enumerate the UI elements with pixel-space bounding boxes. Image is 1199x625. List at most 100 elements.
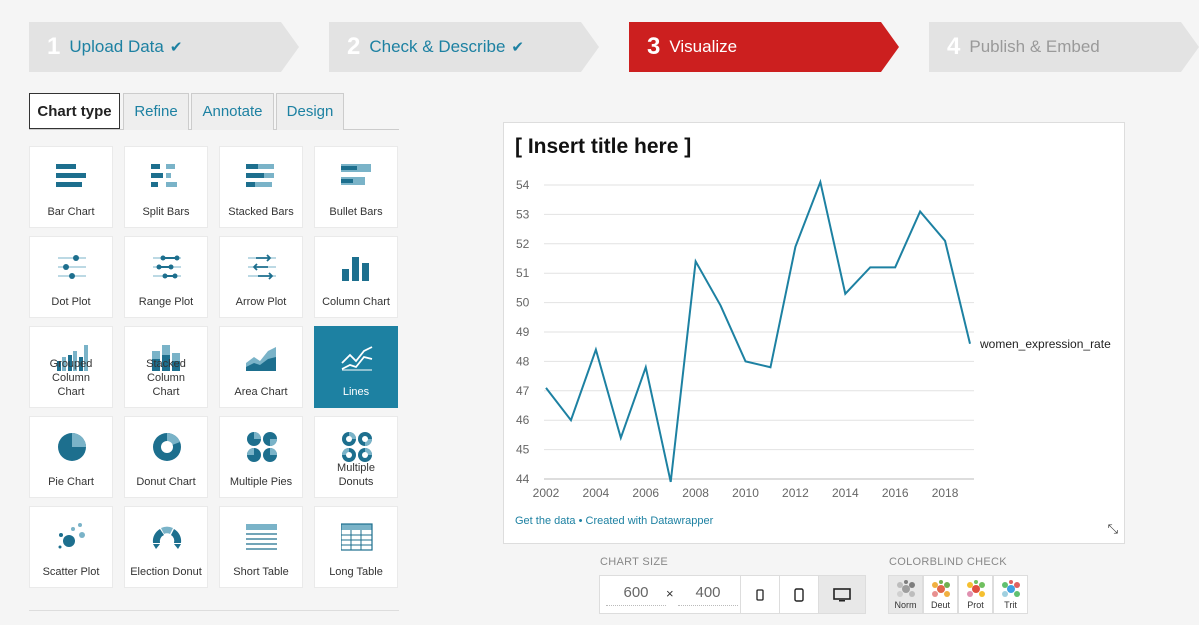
stacked-bars-icon — [220, 159, 304, 195]
chart-type-column-chart[interactable]: Column Chart — [314, 236, 398, 318]
step-label: Check & Describe — [369, 37, 506, 56]
step-number: 1 — [47, 33, 61, 60]
tab-bar: Chart type Refine Annotate Design — [29, 93, 399, 130]
palette-icon — [897, 580, 915, 597]
colorblind-mode-label: Deut — [930, 600, 950, 610]
y-tick-label: 53 — [516, 207, 530, 221]
chart-title[interactable]: [ Insert title here ] — [515, 135, 691, 159]
chart-type-label: Grouped Column Chart — [49, 358, 93, 398]
chart-type-label: Area Chart — [234, 386, 288, 398]
chart-type-dot-plot[interactable]: Dot Plot — [29, 236, 113, 318]
chart-type-stacked-bars[interactable]: Stacked Bars — [219, 146, 303, 228]
colorblind-norm-button[interactable]: Norm — [888, 575, 923, 614]
chart-type-label: Long Table — [329, 566, 383, 578]
chart-type-range-plot[interactable]: Range Plot — [124, 236, 208, 318]
chart-type-lines[interactable]: Lines — [314, 326, 398, 408]
y-tick-label: 49 — [516, 325, 530, 339]
check-icon: ✔ — [169, 39, 183, 56]
y-tick-label: 47 — [516, 384, 530, 398]
x-tick-label: 2012 — [782, 486, 809, 500]
chart-type-label: Dot Plot — [51, 296, 91, 308]
chart-type-label: Lines — [342, 386, 370, 398]
step-1[interactable]: 1 Upload Data ✔ — [29, 22, 299, 72]
chart-type-bullet-bars[interactable]: Bullet Bars — [314, 146, 398, 228]
chart-type-area-chart[interactable]: Area Chart — [219, 326, 303, 408]
palette-icon — [967, 580, 985, 597]
y-tick-label: 54 — [516, 178, 530, 192]
step-2[interactable]: 2 Check & Describe ✔ — [329, 22, 599, 72]
chart-type-stacked-column[interactable]: Stacked Column Chart — [124, 326, 208, 408]
tab-design[interactable]: Design — [276, 93, 344, 130]
chart-type-multiple-pies[interactable]: Multiple Pies — [219, 416, 303, 498]
y-tick-label: 44 — [516, 472, 530, 486]
chart-type-donut-chart[interactable]: Donut Chart — [124, 416, 208, 498]
width-input[interactable]: 600 — [606, 584, 666, 606]
chart-type-label: Donut Chart — [136, 476, 196, 488]
check-icon: ✔ — [511, 39, 524, 56]
column-chart-icon — [315, 249, 399, 285]
divider — [29, 610, 399, 611]
chart-type-label: Scatter Plot — [42, 566, 100, 578]
series-label: women_expression_rate — [979, 337, 1111, 351]
chart-type-short-table[interactable]: Short Table — [219, 506, 303, 588]
resize-icon[interactable]: ⤡ — [1108, 522, 1118, 537]
chart-type-label: Split Bars — [142, 206, 190, 218]
chart-type-label: Bar Chart — [47, 206, 95, 218]
chart-type-long-table[interactable]: Long Table — [314, 506, 398, 588]
colorblind-trit-button[interactable]: Trit — [993, 575, 1028, 614]
split-bars-icon — [125, 159, 209, 195]
chart-footer[interactable]: Get the data • Created with Datawrapper — [515, 515, 713, 527]
colorblind-mode-label: Trit — [1004, 600, 1017, 610]
tab-chart-type[interactable]: Chart type — [29, 93, 120, 129]
colorblind-deut-button[interactable]: Deut — [923, 575, 958, 614]
arrow-plot-icon — [220, 249, 304, 285]
x-tick-label: 2002 — [533, 486, 560, 500]
x-tick-label: 2016 — [882, 486, 909, 500]
tab-refine[interactable]: Refine — [123, 93, 189, 130]
y-tick-label: 51 — [516, 266, 530, 280]
area-chart-icon — [220, 339, 304, 375]
chart-type-label: Range Plot — [138, 296, 194, 308]
range-plot-icon — [125, 249, 209, 285]
election-donut-icon — [125, 519, 209, 555]
palette-icon — [1002, 580, 1020, 597]
step-number: 3 — [647, 33, 661, 60]
chart-type-label: Multiple Donuts — [337, 462, 375, 488]
lines-icon — [315, 339, 399, 375]
line-chart: 44 45 46 47 48 49 50 51 52 53 54 2002 2004 2006 2008 20… — [516, 178, 1111, 500]
x-tick-label: 2010 — [732, 486, 759, 500]
phone-small-button[interactable] — [740, 575, 780, 614]
colorblind-prot-button[interactable]: Prot — [958, 575, 993, 614]
phone-small-icon — [756, 588, 764, 601]
x-tick-label: 2018 — [932, 486, 959, 500]
multiple-pies-icon — [220, 429, 304, 465]
chart-type-label: Multiple Pies — [229, 476, 293, 488]
chart-type-arrow-plot[interactable]: Arrow Plot — [219, 236, 303, 318]
y-tick-label: 45 — [516, 443, 530, 457]
step-3[interactable]: 3 Visualize — [629, 22, 899, 72]
chart-type-split-bars[interactable]: Split Bars — [124, 146, 208, 228]
chart-type-scatter-plot[interactable]: Scatter Plot — [29, 506, 113, 588]
phone-button[interactable] — [779, 575, 819, 614]
height-input[interactable]: 400 — [678, 584, 738, 606]
step-label: Visualize — [669, 37, 738, 56]
chart-type-label: Bullet Bars — [329, 206, 383, 218]
chart-type-multiple-donuts[interactable]: Multiple Donuts — [314, 416, 398, 498]
step-label: Publish & Embed — [969, 37, 1100, 56]
chart-type-label: Stacked Bars — [228, 206, 294, 218]
x-tick-label: 2008 — [682, 486, 709, 500]
chart-type-label: Column Chart — [322, 296, 390, 308]
x-tick-label: 2014 — [832, 486, 859, 500]
desktop-button[interactable] — [818, 575, 866, 614]
chart-type-election-donut[interactable]: Election Donut — [124, 506, 208, 588]
tab-annotate[interactable]: Annotate — [191, 93, 274, 130]
chart-preview: [ Insert title here ] 44 45 46 47 48 49 50 51 52… — [503, 122, 1125, 544]
x-tick-label: 2004 — [583, 486, 610, 500]
chart-type-label: Stacked Column Chart — [146, 358, 186, 398]
multiple-donuts-icon — [315, 429, 399, 465]
step-label: Upload Data — [69, 37, 164, 56]
chart-type-pie-chart[interactable]: Pie Chart — [29, 416, 113, 498]
chart-type-bar-chart[interactable]: Bar Chart — [29, 146, 113, 228]
chart-type-grouped-column[interactable]: Grouped Column Chart — [29, 326, 113, 408]
step-4[interactable]: 4 Publish & Embed — [929, 22, 1199, 72]
